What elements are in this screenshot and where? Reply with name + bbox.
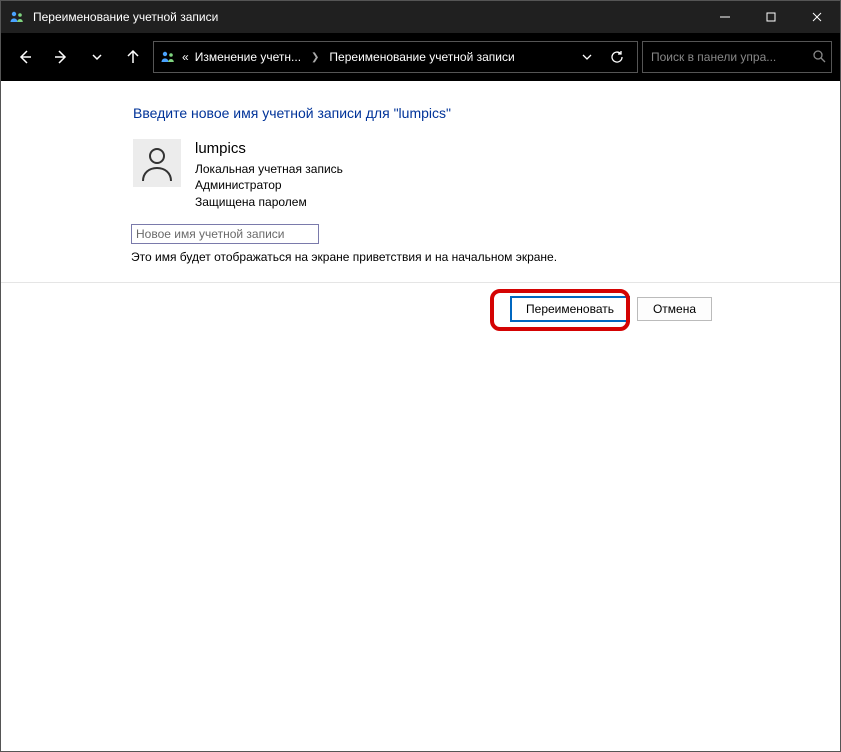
new-account-name-input[interactable] bbox=[131, 224, 319, 244]
address-icon bbox=[160, 49, 176, 65]
account-block: lumpics Локальная учетная запись Админис… bbox=[133, 139, 840, 210]
breadcrumb-2[interactable]: Переименование учетной записи bbox=[329, 50, 514, 64]
avatar bbox=[133, 139, 181, 187]
back-button[interactable] bbox=[9, 41, 41, 73]
search-icon[interactable] bbox=[812, 49, 826, 66]
window-title: Переименование учетной записи bbox=[33, 10, 218, 24]
app-icon bbox=[9, 9, 25, 25]
cancel-button[interactable]: Отмена bbox=[637, 297, 712, 321]
titlebar: Переименование учетной записи bbox=[1, 1, 840, 33]
breadcrumb-1[interactable]: Изменение учетн... bbox=[195, 50, 301, 64]
search-bar[interactable] bbox=[642, 41, 832, 73]
forward-button[interactable] bbox=[45, 41, 77, 73]
chevron-right-icon[interactable]: ❯ bbox=[307, 52, 323, 63]
rename-button[interactable]: Переименовать bbox=[511, 297, 629, 321]
up-button[interactable] bbox=[117, 41, 149, 73]
close-button[interactable] bbox=[794, 1, 840, 33]
breadcrumb-prefix: « bbox=[182, 50, 189, 64]
account-role: Администратор bbox=[195, 177, 343, 193]
minimize-button[interactable] bbox=[702, 1, 748, 33]
account-info: lumpics Локальная учетная запись Админис… bbox=[195, 139, 343, 210]
page-heading: Введите новое имя учетной записи для "lu… bbox=[133, 105, 840, 121]
address-bar[interactable]: « Изменение учетн... ❯ Переименование уч… bbox=[153, 41, 638, 73]
address-dropdown[interactable] bbox=[573, 43, 601, 71]
maximize-button[interactable] bbox=[748, 1, 794, 33]
recent-dropdown[interactable] bbox=[81, 41, 113, 73]
hint-text: Это имя будет отображаться на экране при… bbox=[131, 250, 840, 264]
refresh-button[interactable] bbox=[603, 43, 631, 71]
button-row: Переименовать Отмена bbox=[1, 283, 840, 321]
window-controls bbox=[702, 1, 840, 33]
navbar: « Изменение учетн... ❯ Переименование уч… bbox=[1, 33, 840, 81]
account-name: lumpics bbox=[195, 139, 343, 159]
search-input[interactable] bbox=[651, 50, 806, 64]
content-area: Введите новое имя учетной записи для "lu… bbox=[1, 81, 840, 751]
account-protected: Защищена паролем bbox=[195, 194, 343, 210]
account-type: Локальная учетная запись bbox=[195, 161, 343, 177]
window: Переименование учетной записи bbox=[0, 0, 841, 752]
